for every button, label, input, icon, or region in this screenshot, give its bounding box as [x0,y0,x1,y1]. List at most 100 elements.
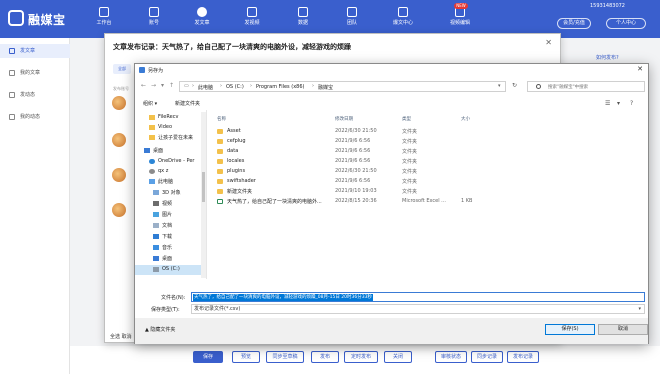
nav-folder-filerecv[interactable]: FileRecv [135,113,206,123]
up-arrow-icon[interactable]: ↑ [169,82,174,89]
breadcrumb-this-pc[interactable]: 此电脑 [198,84,213,91]
nav-user[interactable]: qx z [135,167,206,177]
hide-folders-toggle[interactable]: ▲ 隐藏文件夹 [145,326,175,333]
recent-locations-icon[interactable]: ▾ [161,82,164,89]
sidebar-item-publish-article[interactable]: 发文章 [0,44,70,58]
nav-item-accounts[interactable]: 账号 [136,6,172,36]
file-row[interactable]: cefplug 2021/9/6 6:56 文件夹 [213,137,603,146]
nav-os-c-drive[interactable]: OS (C:) [135,265,206,275]
nav-3d-objects[interactable]: 3D 对象 [135,188,206,198]
nav-item-publish-video[interactable]: 发视频 [234,6,270,36]
nav-onedrive[interactable]: OneDrive - Per [135,157,206,167]
forward-arrow-icon[interactable]: → [151,82,156,89]
file-row[interactable]: 新建文件夹 2021/9/10 19:03 文件夹 [213,187,603,196]
document-icon [153,223,159,228]
tab-all[interactable]: 全部 [113,64,131,74]
filetype-select[interactable]: 发布记录文件(*.csv) ▾ [191,304,645,314]
how-to-publish-link[interactable]: 如何发布? [596,54,619,61]
save-file-button[interactable]: 保存(S) [545,324,595,335]
hot-articles-icon [398,7,408,17]
column-header-name[interactable]: 名称 [217,116,226,122]
chevron-down-icon[interactable]: ▾ [498,83,501,89]
search-input[interactable]: 搜索"融媒宝"中搜索 [527,81,645,92]
compass-icon [197,7,207,17]
filename-field[interactable]: 天气热了，给自己配了一块清爽的电脑外设，减轻游戏的烦躁_08月-15日 20时3… [191,292,645,302]
download-icon [153,234,159,239]
nav-item-team[interactable]: 团队 [334,6,370,36]
save-button[interactable]: 保存 [193,351,223,363]
nav-music[interactable]: 音乐 [135,243,206,253]
file-row[interactable]: data 2021/9/6 6:56 文件夹 [213,147,603,156]
nav-folder-label: 让孩子爱在未来 [158,135,194,141]
nav-item-data[interactable]: 数据 [285,6,321,36]
desktop-icon [153,256,159,261]
breadcrumb-rongmeibao[interactable]: 融媒宝 [318,84,333,91]
personal-center-button[interactable]: 个人中心 [606,18,646,29]
navigation-scrollbar[interactable] [201,112,206,278]
publish-button[interactable]: 发布 [311,351,339,363]
sidebar-item-my-posts[interactable]: 我的动态 [0,110,70,124]
nav-folder-video[interactable]: Video [135,123,206,133]
pc-icon: ▭ [184,83,189,89]
close-icon[interactable]: ✕ [637,65,643,73]
sync-records-button[interactable]: 同步记录 [471,351,503,363]
file-row[interactable]: plugins 2022/6/30 21:50 文件夹 [213,167,603,176]
nav-folder-label: 图片 [162,212,173,218]
nav-pictures[interactable]: 图片 [135,210,206,220]
breadcrumb-program-files[interactable]: Program Files (x86) [256,84,304,90]
address-bar[interactable]: ▭ › 此电脑 › OS (C:) › Program Files (x86) … [179,81,506,92]
file-date: 2022/6/30 21:50 [335,168,377,174]
file-date: 2022/8/15 20:36 [335,198,377,204]
scrollbar-thumb[interactable] [202,172,205,202]
nav-item-video-edit[interactable]: 视频编辑 [442,6,478,36]
nav-folder-label: Video [158,124,173,130]
sync-draft-button[interactable]: 同步至草稿 [266,351,304,363]
app-logo[interactable]: 融媒宝 [8,9,78,29]
back-arrow-icon[interactable]: ← [141,82,146,89]
nav-item-workbench[interactable]: 工作台 [86,6,122,36]
filename-label: 文件名(N): [161,295,186,301]
nav-downloads[interactable]: 下载 [135,232,206,242]
chevron-down-icon[interactable]: ▾ [617,100,620,107]
nav-documents[interactable]: 文档 [135,221,206,231]
select-all-label[interactable]: 全选 取消 [110,333,132,340]
file-row[interactable]: swiftshader 2021/9/6 6:56 文件夹 [213,177,603,186]
refresh-icon[interactable]: ↻ [512,82,517,89]
publish-records-button[interactable]: 发布记录 [507,351,539,363]
sidebar-item-my-articles[interactable]: 我的文章 [0,66,70,80]
scheduled-publish-button[interactable]: 定时发布 [344,351,378,363]
sidebar-item-publish-post[interactable]: 发动态 [0,88,70,102]
file-row[interactable]: locales 2021/9/6 6:56 文件夹 [213,157,603,166]
column-header-size[interactable]: 大小 [461,116,470,122]
review-status-button[interactable]: 审核状态 [435,351,467,363]
file-date: 2021/9/6 6:56 [335,178,371,184]
file-name: locales [227,158,245,164]
folder-icon [217,159,223,164]
cancel-button[interactable]: 取消 [598,324,648,335]
file-row[interactable]: 天气热了，给自己配了一块清爽的电脑外... 2022/8/15 20:36 Micr… [213,197,603,206]
file-row[interactable]: Asset 2022/6/30 21:50 文件夹 [213,127,603,136]
nav-desktop-pc[interactable]: 桌面 [135,254,206,264]
column-header-date[interactable]: 修改日期 [335,116,353,122]
nav-folder-kids[interactable]: 让孩子爱在未来 [135,133,206,143]
edit-icon [9,48,15,54]
close-icon[interactable]: ✕ [545,38,552,47]
preview-button[interactable]: 预览 [232,351,260,363]
user-phone[interactable]: 15931483072 [590,3,625,9]
nav-this-pc[interactable]: 此电脑 [135,177,206,187]
nav-videos[interactable]: 视频 [135,199,206,209]
help-icon[interactable]: ? [630,100,633,107]
sidebar-item-label: 我的文章 [20,70,41,76]
member-center-button[interactable]: 会员/充值 [557,18,591,29]
breadcrumb-os-c[interactable]: OS (C:) [226,84,244,90]
view-options-icon[interactable]: ☰ [605,100,610,107]
close-button[interactable]: 关闭 [384,351,412,363]
new-folder-button[interactable]: 新建文件夹 [175,100,200,107]
nav-item-publish-article[interactable]: 发文章 [184,6,220,36]
nav-item-hot-articles[interactable]: 爆文中心 [385,6,421,36]
column-header-type[interactable]: 类型 [402,116,411,122]
nav-desktop[interactable]: 桌面 [135,146,206,156]
nav-folder-label: OS (C:) [162,266,180,272]
save-as-titlebar: 另存为 ✕ [135,64,648,76]
organize-menu[interactable]: 组织 ▾ [143,100,157,107]
